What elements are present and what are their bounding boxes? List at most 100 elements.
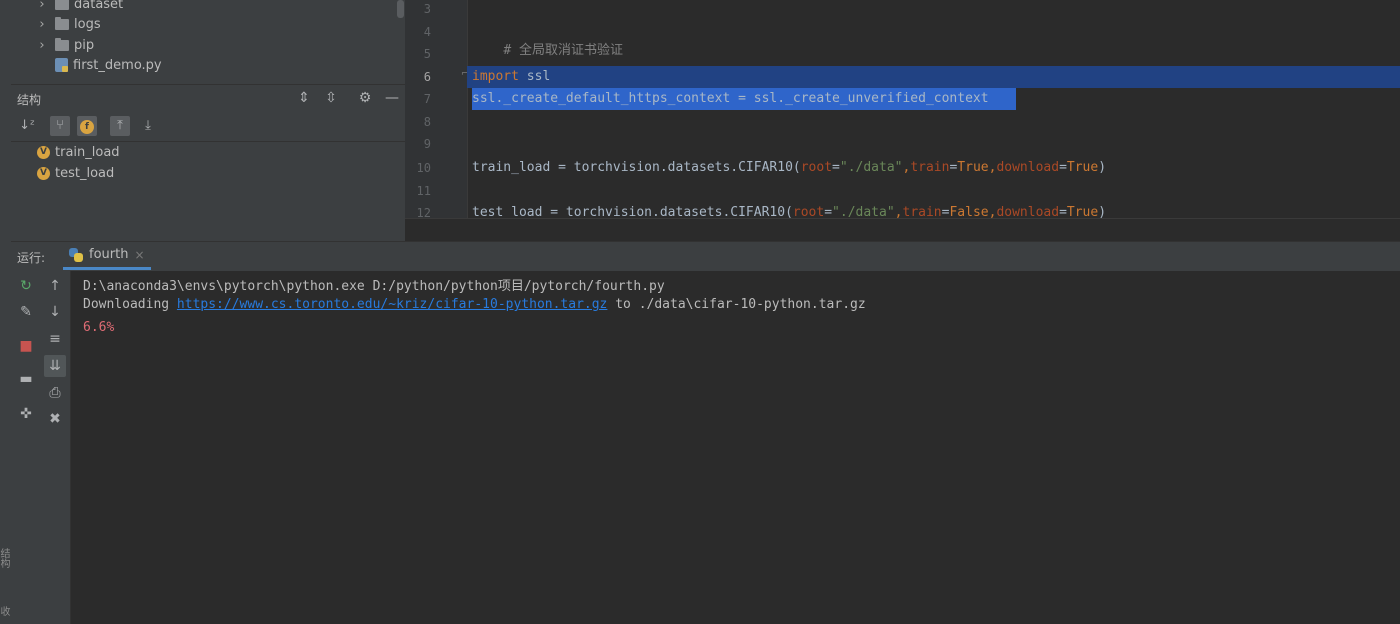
run-toolbar-secondary: ↑ ↓ ≡ ⇊ ⎙ ✖ <box>40 271 71 624</box>
structure-panel: 结构 ⇕ ⇳ ⚙ — ↓ᶻ ⑂ f ⤒ ⤓ V train_load V tes… <box>11 84 405 241</box>
line-number: 11 <box>416 184 431 198</box>
run-toolbar-primary: ↻ ✎ ■ ▬ ✜ <box>11 271 40 624</box>
arrow-down-icon[interactable]: ↓ <box>44 301 66 323</box>
editor-footer <box>405 218 1400 242</box>
folder-icon <box>55 0 69 10</box>
tree-item-first-demo[interactable]: first_demo.py <box>55 55 162 75</box>
pin-icon[interactable]: ✜ <box>15 403 37 425</box>
tree-item-label: first_demo.py <box>73 57 162 73</box>
scroll-to-end-icon[interactable]: ⇊ <box>44 355 66 377</box>
param-token: root <box>792 205 825 218</box>
code-token: test_load = torchvision.datasets.CIFAR10… <box>472 205 793 218</box>
arrow-up-icon[interactable]: ↑ <box>44 275 66 297</box>
tree-item-label: dataset <box>74 0 124 12</box>
structure-item-test-load[interactable]: V test_load <box>37 163 114 183</box>
code-line-7[interactable]: ssl._create_default_https_context = ssl.… <box>472 91 989 106</box>
project-tree: › dataset › logs › pip first_demo.py <box>11 0 405 84</box>
keyword-token: True <box>1066 205 1099 218</box>
code-line-6[interactable]: import ssl <box>472 69 550 84</box>
line-number: 3 <box>423 2 431 16</box>
structure-title: 结构 <box>17 93 42 107</box>
structure-item-label: test_load <box>55 165 115 181</box>
console-text: Downloading <box>83 297 177 312</box>
print-icon[interactable]: ⎙ <box>44 382 66 404</box>
download-link[interactable]: https://www.cs.toronto.edu/~kriz/cifar-1… <box>177 297 607 312</box>
keyword-token: True <box>957 160 989 175</box>
param-token: download <box>996 205 1060 218</box>
param-token: root <box>800 160 833 175</box>
comment-token: # 全局取消证书验证 <box>503 43 623 58</box>
structure-side-tab[interactable]: 结构 <box>0 548 11 568</box>
console-line-download: Downloading https://www.cs.toronto.edu/~… <box>83 297 866 312</box>
tree-item-label: logs <box>74 16 101 32</box>
tree-item-logs[interactable]: › logs <box>37 14 101 34</box>
minimize-icon[interactable]: — <box>383 89 401 107</box>
trash-icon[interactable]: ✖ <box>44 408 66 430</box>
console-text: to ./data\cifar-10-python.tar.gz <box>607 297 866 312</box>
code-token: ssl <box>518 69 551 84</box>
run-label: 运行: <box>17 251 46 265</box>
console-line-command: D:\anaconda3\envs\pytorch\python.exe D:/… <box>83 279 665 294</box>
structure-toolbar: ↓ᶻ ⑂ f ⤒ ⤓ <box>11 111 405 142</box>
code-line-12[interactable]: test_load = torchvision.datasets.CIFAR10… <box>472 205 1106 218</box>
code-token: = <box>832 160 840 175</box>
code-line-4[interactable]: # 全局取消证书验证 <box>472 24 623 73</box>
wrench-icon[interactable]: ✎ <box>15 301 37 323</box>
code-token: = <box>824 205 833 218</box>
close-icon[interactable]: × <box>134 248 144 262</box>
run-console[interactable]: D:\anaconda3\envs\pytorch\python.exe D:/… <box>71 271 1400 624</box>
tree-item-dataset[interactable]: › dataset <box>37 0 123 14</box>
code-token: ) <box>1098 160 1107 175</box>
python-file-icon <box>55 58 68 72</box>
expand-all-icon[interactable]: ⇕ <box>295 89 313 107</box>
tree-item-pip[interactable]: › pip <box>37 35 94 55</box>
run-tab-label: fourth <box>89 247 129 262</box>
folder-icon <box>55 16 69 30</box>
soft-wrap-icon[interactable]: ≡ <box>44 328 66 350</box>
tree-scrollbar[interactable] <box>397 0 404 18</box>
folder-icon <box>55 37 69 51</box>
line-number: 8 <box>423 115 431 129</box>
code-token: = <box>1059 160 1067 175</box>
structure-item-label: train_load <box>55 144 120 160</box>
run-tab-fourth[interactable]: fourth × <box>63 242 151 270</box>
line-number: 7 <box>423 92 431 106</box>
collapse-all-icon[interactable]: ⇳ <box>322 89 340 107</box>
line-number: 6 <box>423 70 431 84</box>
show-fields-button[interactable]: f <box>77 116 97 136</box>
keyword-token: import <box>472 69 519 84</box>
line-gutter: 3 4 5 6 7 8 9 10 11 12 ⌐ <box>405 0 469 218</box>
param-token: train <box>902 205 942 218</box>
sort-alpha-icon[interactable]: ↓ᶻ <box>17 116 37 136</box>
param-token: train <box>910 160 950 175</box>
line-number: 12 <box>416 206 431 218</box>
chevron-right-icon[interactable]: › <box>37 38 47 53</box>
python-icon <box>69 247 83 262</box>
chevron-right-icon[interactable]: › <box>37 0 47 12</box>
code-token: ) <box>1098 205 1107 218</box>
console-progress: 6.6% <box>83 320 115 335</box>
code-line-10[interactable]: train_load = torchvision.datasets.CIFAR1… <box>472 160 1106 175</box>
line-number: 10 <box>416 161 431 175</box>
line-number: 5 <box>423 47 431 61</box>
line-number: 9 <box>423 137 431 151</box>
autoscroll-to-source-icon[interactable]: ⤒ <box>110 116 130 136</box>
chevron-right-icon[interactable]: › <box>37 17 47 32</box>
stop-icon[interactable]: ■ <box>15 335 37 357</box>
tree-item-label: pip <box>74 37 95 53</box>
structure-item-train-load[interactable]: V train_load <box>37 142 120 162</box>
rerun-icon[interactable]: ↻ <box>15 275 37 297</box>
keyword-token: False <box>949 205 989 218</box>
field-icon: f <box>80 120 94 134</box>
code-editor[interactable]: 3 4 5 6 7 8 9 10 11 12 ⌐ # 全局取消证书验证 impo… <box>405 0 1400 218</box>
keyword-token: True <box>1066 160 1099 175</box>
run-panel-header: 运行: fourth × <box>11 241 1400 272</box>
string-token: "./data" <box>832 205 895 218</box>
autoscroll-from-source-icon[interactable]: ⤓ <box>138 116 158 136</box>
show-inherited-icon[interactable]: ⑂ <box>50 116 70 136</box>
line-number: 4 <box>423 25 431 39</box>
gear-icon[interactable]: ⚙ <box>356 89 374 107</box>
layout-icon[interactable]: ▬ <box>15 368 37 390</box>
code-token: = <box>1059 205 1067 218</box>
favorites-side-tab[interactable]: 收 <box>0 606 11 616</box>
